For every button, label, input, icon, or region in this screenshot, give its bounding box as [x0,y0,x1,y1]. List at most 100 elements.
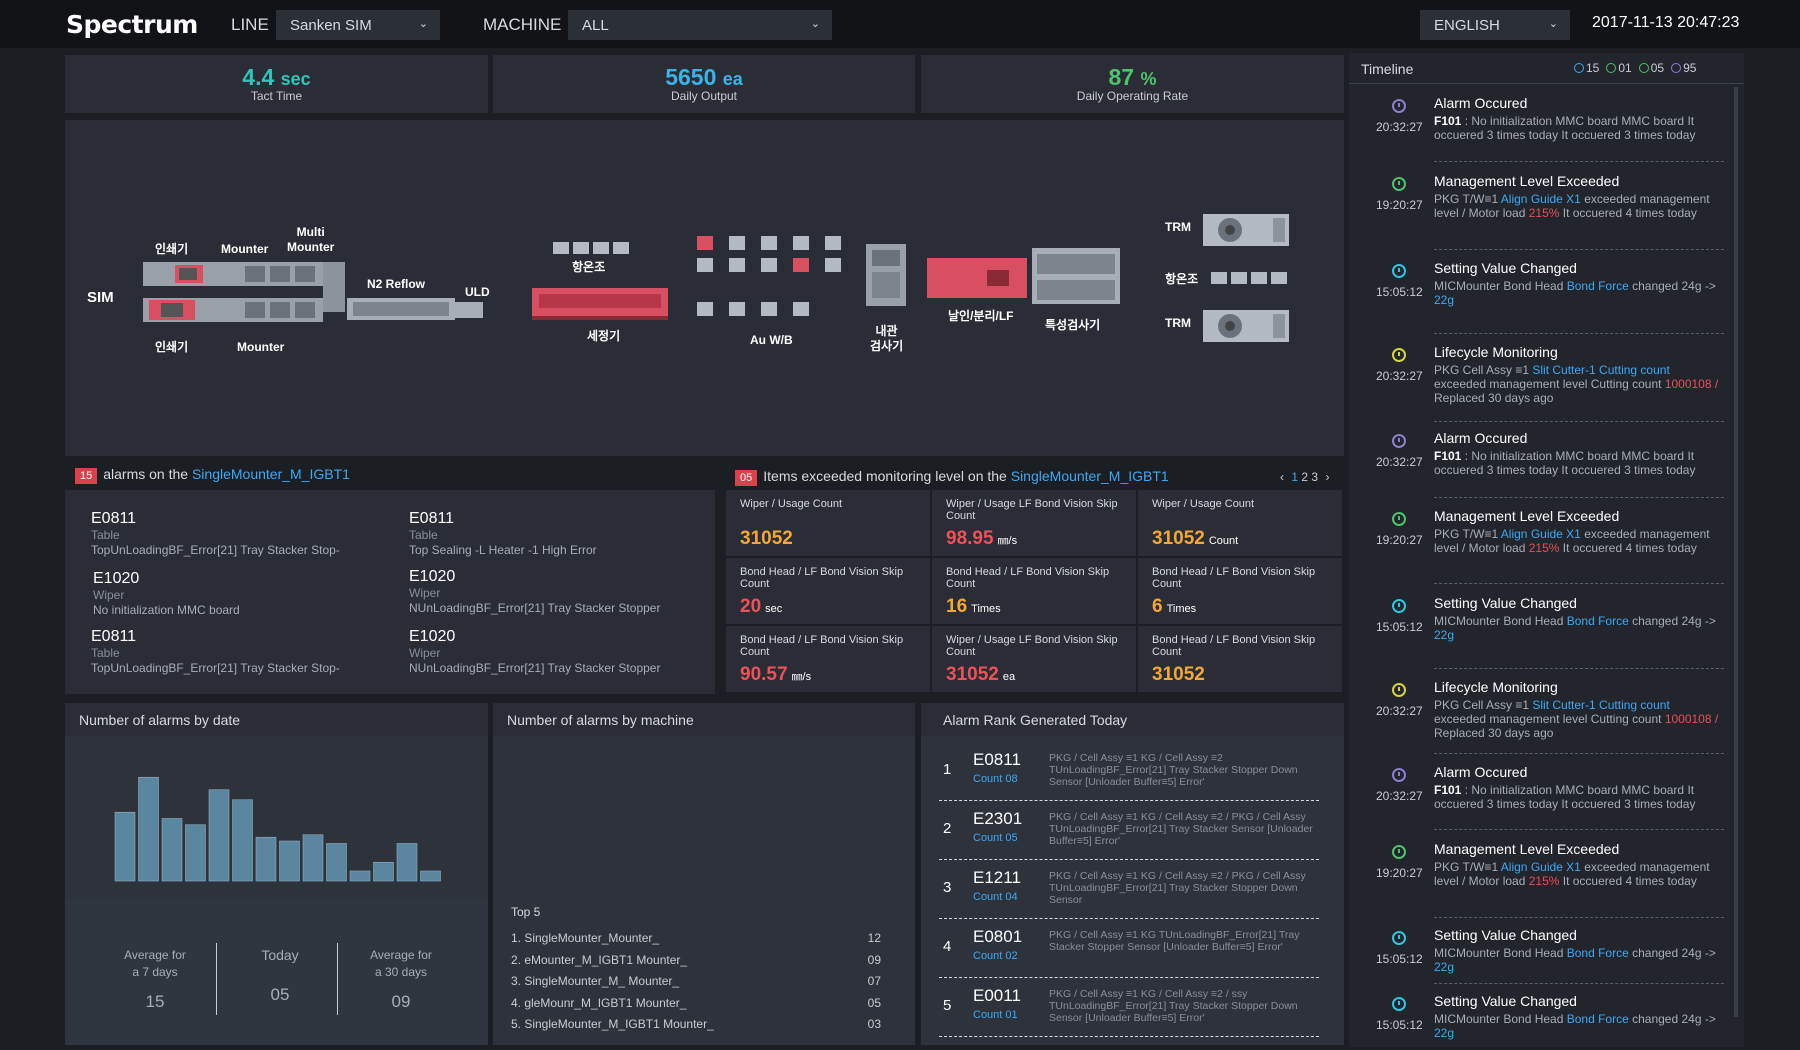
chart-bar[interactable] [420,870,441,882]
monitor-item[interactable]: Bond Head / LF Bond Vision Skip Count 90.… [726,626,930,692]
top5-machine-name: 4. gleMounr_M_IGBT1 Mounter_ [511,995,687,1010]
rank-count: Count 02 [973,950,1018,962]
timeline-desc: PKG T/W≡1 Align Guide X1 exceeded manage… [1434,860,1710,888]
panel-title: Number of alarms by machine [507,712,694,728]
clock-icon [1574,63,1584,73]
oven-machine[interactable] [553,242,629,254]
monitor-item[interactable]: Wiper / Usage Count 31052 Count [1138,490,1342,556]
rank-number: 2 [943,820,952,837]
alarm-item[interactable]: E0811 Table TopUnLoadingBF_Error[21] Tra… [91,510,391,558]
printer-top-machine[interactable] [143,262,241,286]
monitor-item[interactable]: Bond Head / LF Bond Vision Skip Count 6 Ti… [1138,558,1342,624]
cut-form-machine[interactable] [927,258,1027,298]
timeline-title: Management Level Exceeded [1434,173,1620,189]
pager-page-1[interactable]: 1 [1291,470,1298,484]
top5-item[interactable]: 2. eMounter_M_IGBT1 Mounter_ 09 [511,953,881,967]
monitor-item[interactable]: Wiper / Usage LF Bond Vision Skip Count 3… [932,626,1136,692]
stat-value: 09 [391,992,411,1011]
alarm-item[interactable]: E0811 Table TopUnLoadingBF_Error[21] Tra… [91,628,391,676]
chart-bar[interactable] [255,836,277,882]
alarm-rank-item[interactable]: 3 E1211 Count 04 PKG / Cell Assy ≡1 KG / Ce… [939,859,1319,919]
chart-bar[interactable] [185,824,206,882]
mounter-top-machine[interactable] [241,262,323,286]
monitor-item-label: Wiper / Usage LF Bond Vision Skip Count [946,634,1118,658]
timeline-title: Setting Value Changed [1434,927,1577,943]
alarm-desc: No initialization MMC board [93,603,240,617]
alarms-by-machine-panel: Number of alarms by machine Top 5 1. Sin… [493,703,915,1045]
monitor-item-label: Bond Head / LF Bond Vision Skip Count [946,566,1110,590]
timeline-time: 20:32:27 [1376,789,1423,803]
top5-item[interactable]: 5. SingleMounter_M_IGBT1 Mounter_ 03 [511,1017,881,1031]
chart-bar[interactable] [396,843,418,882]
chevron-right-icon[interactable]: › [1325,470,1329,484]
timeline-time: 15:05:12 [1376,1018,1423,1032]
timeline-count[interactable]: 95 [1671,61,1696,75]
washer-machine[interactable] [532,288,668,320]
chart-bar[interactable] [138,776,159,882]
timeline-count-value: 05 [1650,61,1665,75]
multi-mounter-machine[interactable] [323,262,345,312]
chevron-left-icon[interactable]: ‹ [1280,470,1284,484]
oven-machine[interactable] [1211,272,1287,284]
top5-item[interactable]: 1. SingleMounter_Mounter_ 12 [511,931,881,945]
timeline-count[interactable]: 01 [1606,61,1632,75]
alarm-count-badge: 15 [75,468,98,484]
monitor-item-value: 31052 [740,528,793,549]
monitor-item[interactable]: Bond Head / LF Bond Vision Skip Count 16 T… [932,558,1136,624]
au-wire-bonder-machines[interactable] [697,236,841,316]
pager-page-3[interactable]: 3 [1311,470,1318,484]
timeline-count[interactable]: 15 [1574,61,1599,75]
monitor-item[interactable]: Bond Head / LF Bond Vision Skip Count 310… [1138,626,1342,692]
monitor-item[interactable]: Wiper / Usage Count 31052 [726,490,930,556]
alarm-item[interactable]: E0811 Table Top Sealing -L Heater -1 Hig… [409,510,709,558]
monitor-item[interactable]: Bond Head / LF Bond Vision Skip Count 20 s… [726,558,930,624]
trm-machine[interactable] [1203,214,1289,246]
machine-select[interactable]: ALL ⌄ [568,10,832,40]
printer-bottom-machine[interactable] [143,298,241,322]
machine-link[interactable]: SingleMounter_M_IGBT1 [192,466,350,482]
n2-reflow-machine[interactable] [347,298,455,320]
alarm-rank-item[interactable]: 1 E0811 Count 08 PKG / Cell Assy ≡1 KG / Ce… [939,741,1319,801]
timeline-count[interactable]: 05 [1638,61,1665,75]
alarm-rank-item[interactable]: 4 E0801 Count 02 PKG / Cell Assy ≡1 KG TUnL… [939,918,1319,978]
inner-inspection-machine[interactable] [866,244,906,306]
chart-bar[interactable] [232,799,253,882]
uld-machine[interactable] [455,302,483,318]
chart-bar[interactable] [326,843,347,882]
rank-count: Count 04 [973,891,1018,903]
alarm-item[interactable]: E1020 Wiper No initialization MMC board [93,570,393,618]
alarm-item[interactable]: E1020 Wiper NUnLoadingBF_Error[21] Tray … [409,568,709,616]
monitor-item[interactable]: Wiper / Usage LF Bond Vision Skip Count 9… [932,490,1136,556]
top5-item[interactable]: 4. gleMounr_M_IGBT1 Mounter_ 05 [511,996,881,1010]
alarm-code: E1020 [409,628,456,645]
char-inspection-machine[interactable] [1032,248,1120,304]
alarm-category: Table [91,528,120,542]
chart-bar[interactable] [114,811,136,882]
timeline-scrollbar[interactable] [1734,87,1738,1017]
machine-link[interactable]: SingleMounter_M_IGBT1 [1011,468,1169,484]
pager-page-2[interactable]: 2 [1301,470,1308,484]
language-select[interactable]: ENGLISH ⌄ [1420,10,1570,40]
chart-bar[interactable] [279,840,300,882]
chart-bar[interactable] [161,818,183,882]
rank-code: E1211 [973,868,1021,887]
timeline-title: Management Level Exceeded [1434,508,1620,524]
timeline-desc: F101 : No initialization MMC board MMC b… [1434,449,1696,477]
rank-number: 1 [943,761,952,778]
top5-item[interactable]: 3. SingleMounter_M_ Mounter_ 07 [511,974,881,988]
top5-machine-name: 5. SingleMounter_M_IGBT1 Mounter_ [511,1017,714,1031]
chart-bar[interactable] [349,870,371,882]
alarm-rank-item[interactable]: 2 E2301 Count 05 PKG / Cell Assy ≡1 KG / Ce… [939,800,1319,860]
alarm-rank-item[interactable]: 5 E0011 Count 01 PKG / Cell Assy ≡1 KG / Ce… [939,977,1319,1037]
line-select[interactable]: Sanken SIM ⌄ [276,10,440,40]
trm-machine[interactable] [1203,310,1289,342]
alarm-item[interactable]: E1020 Wiper NUnLoadingBF_Error[21] Tray … [409,628,709,676]
top5-machine-name: 3. SingleMounter_M_ Mounter_ [511,974,680,988]
chart-bar[interactable] [302,834,324,882]
timeline-title: Lifecycle Monitoring [1434,344,1558,360]
panel-title: Number of alarms by date [79,712,241,728]
chart-bar[interactable] [208,789,230,882]
mounter-bottom-machine[interactable] [241,298,323,322]
rank-code: E0801 [973,927,1023,946]
chart-bar[interactable] [373,861,394,882]
